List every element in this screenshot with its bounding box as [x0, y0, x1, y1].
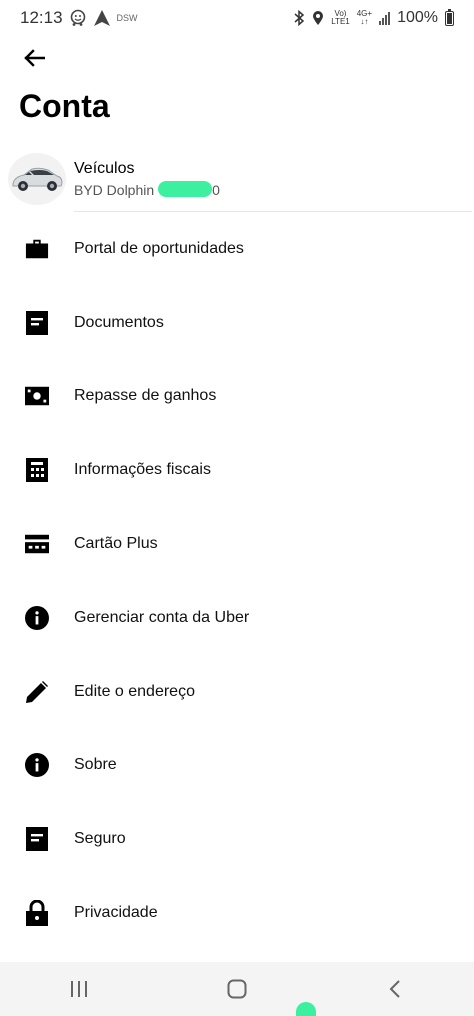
bluetooth-icon: [294, 10, 305, 26]
pencil-icon: [25, 680, 49, 704]
volte-indicator: Vo) LTE1: [331, 10, 350, 26]
briefcase-icon: [25, 237, 49, 261]
battery-icon: [445, 8, 454, 26]
menu-item-edite-endereco[interactable]: Edite o endereço: [0, 655, 474, 729]
menu-item-portal-oportunidades[interactable]: Portal de oportunidades: [0, 212, 474, 286]
vehicle-title: Veículos: [74, 160, 135, 177]
data-indicator: 4G+ ↓↑: [357, 10, 372, 26]
recent-apps-button[interactable]: [49, 967, 109, 1011]
menu-item-informacoes-fiscais[interactable]: Informações fiscais: [0, 433, 474, 507]
card-icon: [25, 532, 49, 556]
home-button[interactable]: [207, 967, 267, 1011]
volte-bottom: LTE1: [331, 17, 350, 26]
plate-redaction: [158, 181, 212, 197]
menu-item-seguro[interactable]: Seguro: [0, 802, 474, 876]
account-menu: Portal de oportunidades Documentos Repas…: [0, 212, 474, 950]
menu-item-label: Informações fiscais: [74, 461, 211, 479]
menu-item-label: Portal de oportunidades: [74, 239, 244, 257]
vehicle-avatar: [8, 153, 66, 205]
carrier-tag: DSW: [116, 13, 138, 23]
waze-icon: [70, 9, 85, 26]
status-bar: 12:13 DSW Vo) LTE1 4G+ ↓↑ 100%: [0, 0, 474, 36]
home-icon: [227, 979, 247, 999]
info-icon: [25, 605, 49, 630]
vehicle-text: Veículos BYD Dolphin 0: [74, 160, 220, 198]
info-icon: [25, 753, 49, 778]
redaction-mark: [296, 1002, 316, 1016]
status-left: 12:13 DSW: [20, 8, 138, 28]
car-icon: [12, 167, 63, 191]
navigation-arrow-icon: [93, 10, 110, 26]
status-right: Vo) LTE1 4G+ ↓↑ 100%: [293, 8, 454, 27]
location-icon: [313, 11, 324, 25]
data-arrows: ↓↑: [360, 17, 369, 26]
lock-icon: [25, 900, 49, 927]
vehicle-subtitle: BYD Dolphin 0: [74, 181, 220, 198]
menu-item-cartao-plus[interactable]: Cartão Plus: [0, 507, 474, 581]
menu-item-label: Documentos: [74, 313, 164, 331]
menu-item-repasse-ganhos[interactable]: Repasse de ganhos: [0, 360, 474, 434]
menu-item-label: Edite o endereço: [74, 682, 195, 700]
menu-item-label: Gerenciar conta da Uber: [74, 608, 250, 626]
menu-item-label: Sobre: [74, 756, 117, 774]
chevron-left-icon: [389, 980, 400, 998]
system-nav-bar: [0, 962, 474, 1016]
recent-apps-icon: [71, 981, 87, 997]
battery-percent: 100%: [397, 9, 438, 26]
menu-item-sobre[interactable]: Sobre: [0, 729, 474, 803]
vehicle-row[interactable]: Veículos BYD Dolphin 0: [8, 146, 472, 212]
system-back-button[interactable]: [365, 967, 425, 1011]
menu-item-privacidade[interactable]: Privacidade: [0, 876, 474, 950]
vehicle-model: BYD Dolphin: [74, 182, 155, 198]
menu-item-label: Cartão Plus: [74, 535, 158, 553]
page-title: Conta: [19, 88, 110, 124]
status-time: 12:13: [20, 8, 63, 27]
signal-icon: [379, 11, 391, 25]
menu-item-gerenciar-conta[interactable]: Gerenciar conta da Uber: [0, 581, 474, 655]
document-icon: [25, 827, 49, 852]
menu-item-label: Seguro: [74, 830, 126, 848]
menu-item-label: Repasse de ganhos: [74, 387, 217, 405]
cash-icon: [25, 384, 49, 408]
document-icon: [25, 310, 49, 335]
vehicle-plate-suffix: 0: [212, 182, 220, 198]
back-button[interactable]: [18, 44, 50, 72]
calculator-icon: [25, 458, 49, 483]
menu-item-documentos[interactable]: Documentos: [0, 286, 474, 360]
arrow-left-icon: [24, 49, 45, 67]
menu-item-label: Privacidade: [74, 904, 158, 922]
